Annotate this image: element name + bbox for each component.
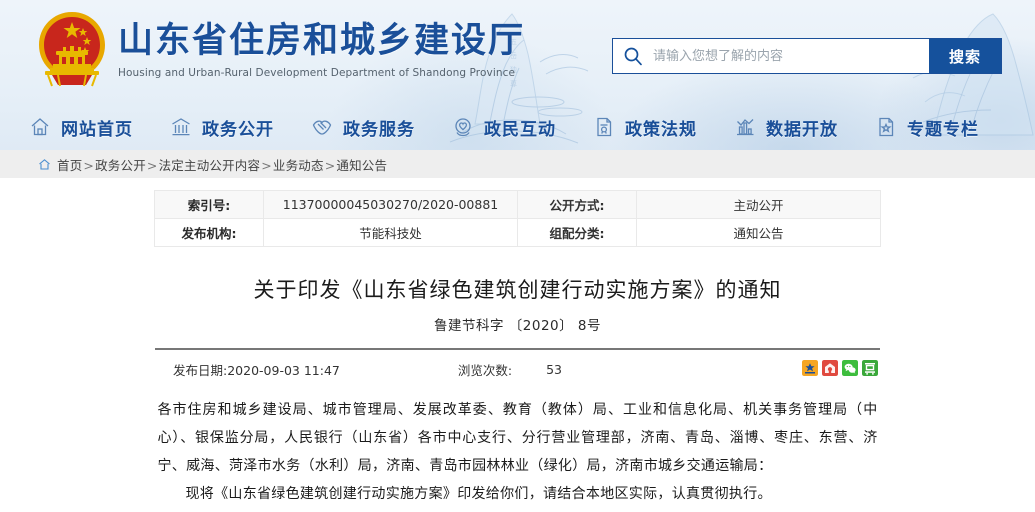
info-label-index-number: 索引号: (154, 190, 264, 219)
nav-item-open-data[interactable]: 数据开放 (733, 115, 838, 140)
search-button[interactable]: 搜索 (929, 39, 1001, 73)
breadcrumb-separator: > (261, 157, 272, 173)
search-bar[interactable]: 搜索 (612, 38, 1002, 74)
wechat-share-icon[interactable] (842, 360, 858, 377)
home-icon (28, 115, 52, 139)
star-document-icon (874, 115, 898, 139)
views-count: 53 (546, 361, 562, 377)
site-title-cn: 山东省住房和城乡建设厅 (118, 21, 526, 62)
info-value-category: 通知公告 (636, 218, 881, 247)
info-label-issuing-agency: 发布机构: (154, 218, 264, 247)
nav-item-government-service[interactable]: 政务服务 (310, 115, 415, 140)
main-navigation: 网站首页 政务公开 政务服务 政民互动 政策法规 数据开放 专题专栏 (0, 104, 1035, 150)
title-divider (155, 348, 880, 351)
site-brand[interactable]: 山东省住房和城乡建设厅 Housing and Urban-Rural Deve… (36, 8, 525, 88)
article-body: 各市住房和城乡建设局、城市管理局、发展改革委、教育（教体）局、工业和信息化局、机… (158, 396, 878, 508)
bar-chart-icon (733, 115, 757, 139)
breadcrumb-item-2[interactable]: 法定主动公开内容 (159, 158, 261, 173)
nav-label: 网站首页 (61, 119, 133, 140)
info-label-category: 组配分类: (517, 218, 637, 247)
nav-label: 政民互动 (484, 119, 556, 140)
breadcrumb[interactable]: 首页>政务公开>法定主动公开内容>业务动态>通知公告 (57, 155, 387, 174)
table-row: 索引号: 11370000045030270/2020-00881 公开方式: … (154, 190, 881, 219)
share-buttons (802, 360, 878, 377)
search-icon (613, 39, 653, 73)
douban-share-icon[interactable] (862, 360, 878, 377)
publish-date: 发布日期:2020-09-03 11:47 (173, 362, 340, 378)
nav-item-special-column[interactable]: 专题专栏 (874, 115, 979, 140)
search-input[interactable] (653, 39, 929, 73)
page-title: 关于印发《山东省绿色建筑创建行动实施方案》的通知 (253, 278, 782, 302)
site-header: 五岳独尊 山东省住房和城乡建设厅 Housing and Urban-Rural… (0, 0, 1035, 150)
table-row: 发布机构: 节能科技处 组配分类: 通知公告 (154, 218, 881, 247)
document-law-icon (592, 115, 616, 139)
breadcrumb-item-4[interactable]: 通知公告 (336, 158, 387, 173)
breadcrumb-separator: > (324, 157, 336, 173)
renren-share-icon[interactable] (822, 360, 838, 377)
nav-label: 专题专栏 (907, 119, 979, 140)
nav-item-government-disclosure[interactable]: 政务公开 (169, 115, 274, 140)
handshake-icon (310, 115, 334, 139)
info-value-index-number: 11370000045030270/2020-00881 (263, 190, 518, 219)
nav-item-home[interactable]: 网站首页 (28, 115, 133, 140)
breadcrumb-item-1[interactable]: 政务公开 (95, 158, 146, 173)
nav-item-public-interaction[interactable]: 政民互动 (451, 115, 556, 140)
nav-item-policy-regulation[interactable]: 政策法规 (592, 115, 697, 140)
breadcrumb-separator: > (146, 157, 158, 173)
info-value-disclosure-method: 主动公开 (636, 190, 881, 219)
heart-chat-icon (451, 115, 475, 139)
bank-icon (169, 115, 193, 139)
breadcrumb-separator: > (83, 157, 95, 173)
document-meta: 发布日期:2020-09-03 11:47 浏览次数: 53 (155, 358, 880, 380)
article-paragraph: 各市住房和城乡建设局、城市管理局、发展改革委、教育（教体）局、工业和信息化局、机… (157, 402, 878, 475)
views-label: 浏览次数: (457, 362, 513, 378)
nav-label: 政务公开 (202, 119, 274, 140)
info-value-issuing-agency: 节能科技处 (263, 218, 518, 247)
breadcrumb-item-3[interactable]: 业务动态 (273, 158, 324, 173)
article-main: 索引号: 11370000045030270/2020-00881 公开方式: … (0, 190, 1035, 509)
nav-label: 政策法规 (625, 119, 697, 140)
document-info-table: 索引号: 11370000045030270/2020-00881 公开方式: … (154, 190, 881, 247)
site-title-en: Housing and Urban-Rural Development Depa… (118, 66, 516, 79)
article-paragraph: 现将《山东省绿色建筑创建行动实施方案》印发给你们，请结合本地区实际，认真贯彻执行… (185, 486, 772, 503)
document-number: 鲁建节科字 〔2020〕 8号 (433, 318, 602, 335)
breadcrumb-strip: 首页>政务公开>法定主动公开内容>业务动态>通知公告 (0, 150, 1035, 178)
national-emblem-icon (39, 12, 105, 87)
home-small-icon (38, 158, 51, 171)
nav-label: 政务服务 (343, 119, 415, 140)
sina-weibo-share-icon[interactable] (802, 360, 818, 377)
nav-label: 数据开放 (766, 119, 838, 140)
breadcrumb-item-0[interactable]: 首页 (57, 158, 82, 173)
info-label-disclosure-method: 公开方式: (517, 190, 637, 219)
